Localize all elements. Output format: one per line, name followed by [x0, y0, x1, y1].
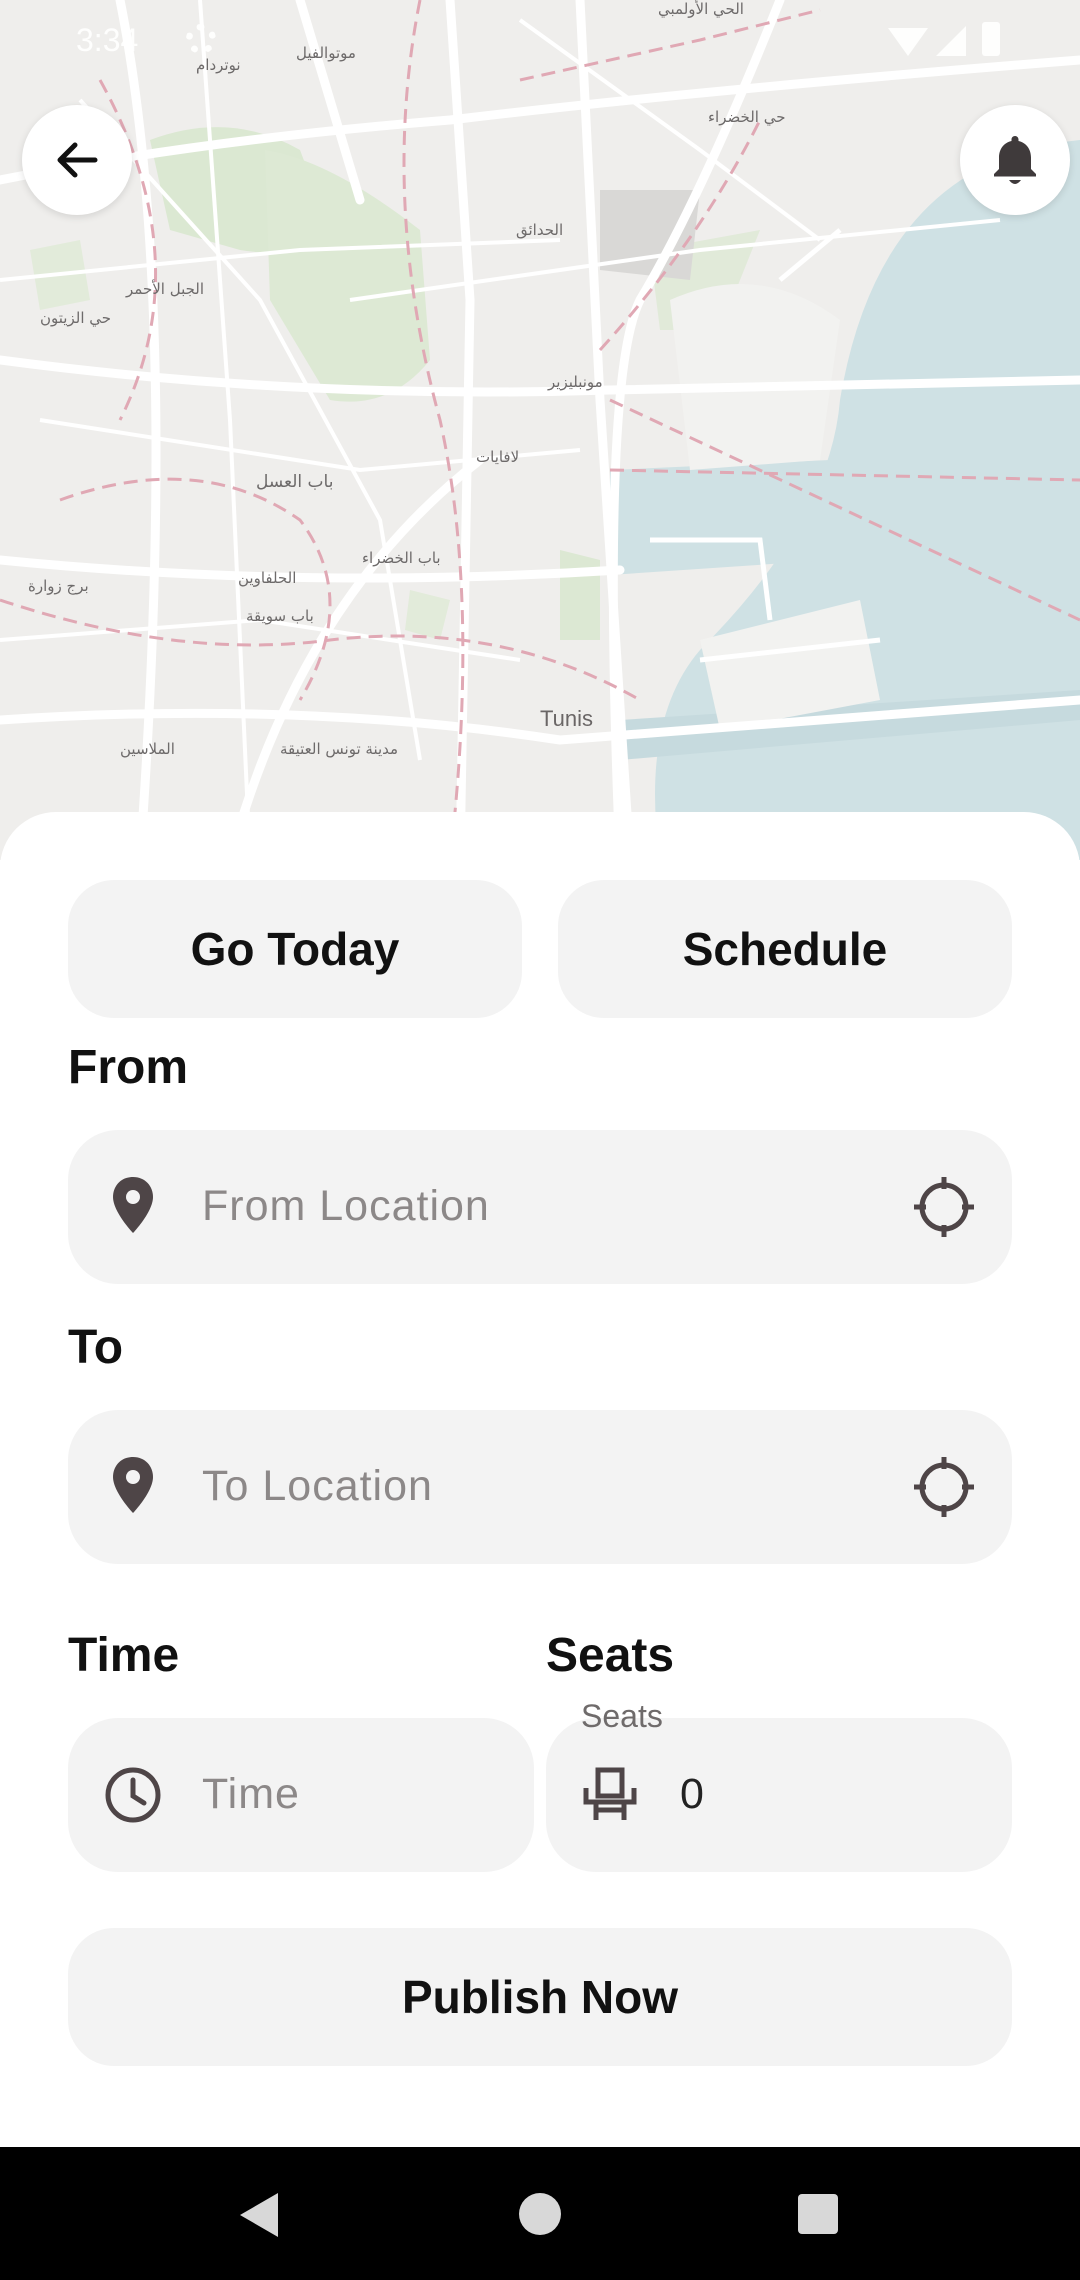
schedule-button[interactable]: Schedule	[558, 880, 1012, 1018]
map-label: حي الزيتون	[40, 309, 112, 327]
time-field[interactable]: Time	[68, 1718, 534, 1872]
from-label: From	[68, 1041, 188, 1094]
location-pin-icon	[113, 1457, 153, 1513]
location-pin-icon	[113, 1177, 153, 1233]
status-time: 3:34	[76, 22, 139, 58]
map-label: لافايات	[476, 448, 520, 466]
map-label: مدينة تونس العتيقة	[280, 740, 399, 758]
my-location-icon[interactable]	[912, 1455, 976, 1519]
map-label: مونبليزير	[548, 373, 603, 391]
map-label: باب الخضراء	[362, 549, 441, 567]
time-label: Time	[68, 1629, 180, 1682]
from-location-field[interactable]: From Location	[68, 1130, 1012, 1284]
map-label: برج زوارة	[28, 577, 89, 595]
signal-icon	[936, 26, 966, 56]
arrow-left-icon	[57, 142, 98, 178]
time-placeholder: Time	[202, 1770, 300, 1818]
map-view[interactable]: الحي الأولمبي نوتردام موتوالفيل حي الخضر…	[0, 0, 1080, 860]
from-location-placeholder: From Location	[202, 1182, 490, 1230]
to-location-placeholder: To Location	[202, 1462, 433, 1510]
battery-icon	[982, 22, 1000, 56]
to-label: To	[68, 1321, 124, 1374]
seats-floating-label: Seats	[581, 1698, 663, 1734]
seat-icon	[583, 1767, 637, 1820]
map-label: الملاسين	[120, 740, 175, 758]
seats-value: 0	[680, 1770, 704, 1818]
map-city-label: Tunis	[540, 706, 593, 731]
to-location-field[interactable]: To Location	[68, 1410, 1012, 1564]
go-today-button[interactable]: Go Today	[68, 880, 522, 1018]
map-label: الجبل الأحمر	[126, 280, 205, 298]
status-bar: 3:34	[0, 0, 1080, 84]
map-label: الحلفاوين	[238, 569, 297, 587]
nav-recents-icon[interactable]	[798, 2194, 838, 2234]
seats-label: Seats	[546, 1629, 675, 1682]
my-location-icon[interactable]	[912, 1175, 976, 1239]
seats-field[interactable]: 0	[546, 1718, 1012, 1872]
map-label: باب العسل	[256, 472, 334, 492]
system-nav-bar	[0, 2147, 1080, 2280]
wifi-icon	[888, 28, 928, 56]
nav-back-icon[interactable]	[240, 2193, 278, 2237]
publish-now-button[interactable]: Publish Now	[68, 1928, 1012, 2066]
nav-home-icon[interactable]	[519, 2193, 561, 2235]
clock-icon	[105, 1767, 161, 1823]
map-label: باب سويقة	[246, 607, 314, 625]
settings-icon	[186, 24, 216, 54]
bell-icon	[994, 136, 1036, 184]
map-label: حي الخضراء	[708, 108, 786, 126]
back-button[interactable]	[22, 105, 132, 215]
notifications-button[interactable]	[960, 105, 1070, 215]
map-label: الحدائق	[516, 221, 564, 239]
